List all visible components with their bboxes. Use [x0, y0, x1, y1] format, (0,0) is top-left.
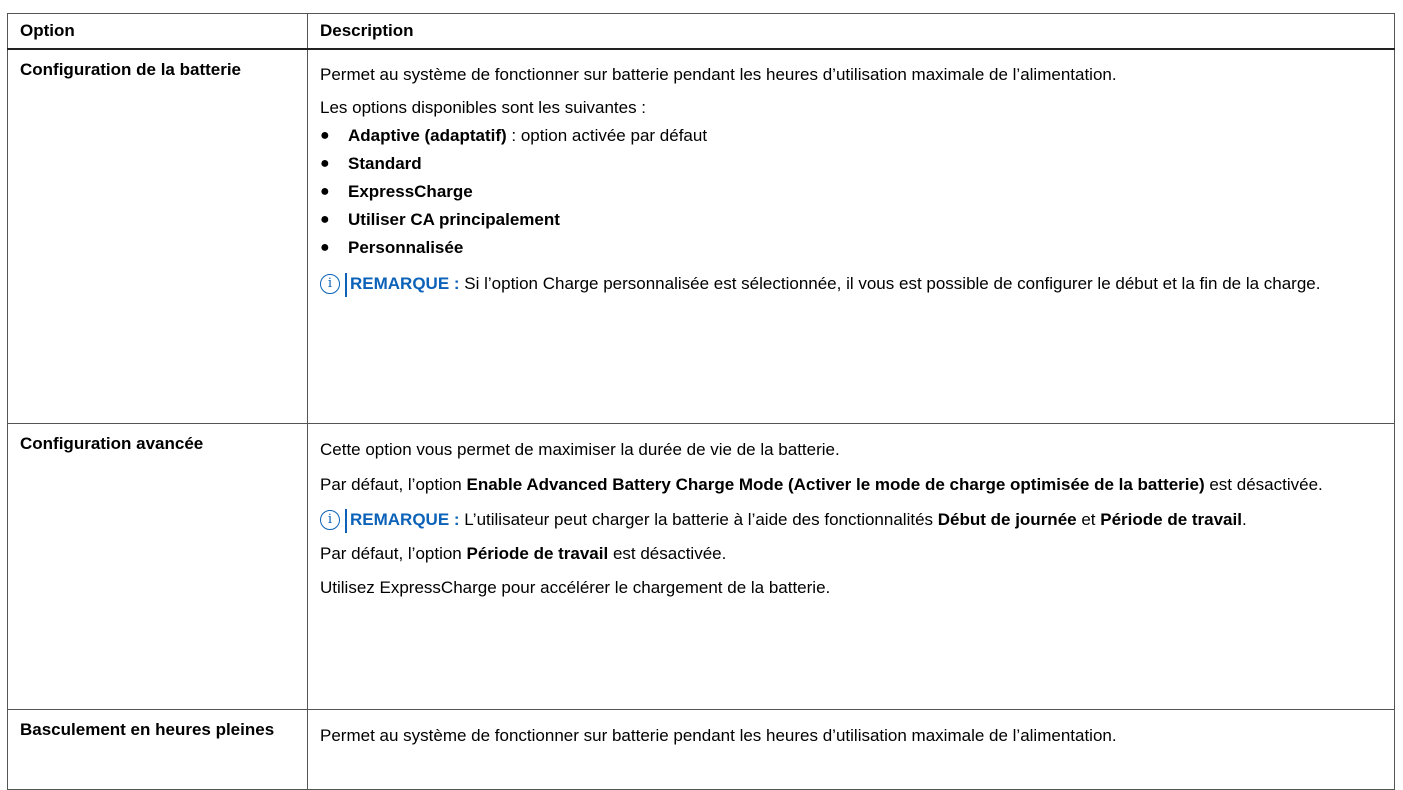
description-paragraph: Les options disponibles sont les suivant…: [320, 98, 647, 117]
table-row: Configuration avancée Cette option vous …: [7, 422, 1395, 710]
option-description: Permet au système de fonctionner sur bat…: [307, 48, 1395, 424]
feature-reference: Période de travail: [466, 543, 609, 563]
description-paragraph: Par défaut, l’option Enable Advanced Bat…: [320, 471, 1386, 498]
list-item-label: Adaptive (adaptatif): [348, 126, 507, 145]
text-run: Par défaut, l’option: [320, 474, 467, 494]
feature-reference: Début de journée: [937, 509, 1077, 529]
note-text: REMARQUE : L’utilisateur peut charger la…: [350, 506, 1247, 533]
options-table: Option Description Configuration de la b…: [7, 13, 1395, 790]
option-name: Configuration de la batterie: [7, 48, 308, 424]
list-item-label: Utiliser CA principalement: [348, 210, 560, 229]
bullet-icon: ●: [320, 183, 330, 200]
list-item-label: Personnalisée: [348, 238, 464, 257]
table-row: Basculement en heures pleines Permet au …: [7, 708, 1395, 790]
feature-reference: Période de travail: [1100, 509, 1242, 529]
description-paragraph: Permet au système de fonctionner sur bat…: [320, 65, 1117, 84]
header-description: Description: [307, 13, 1395, 50]
option-description: Cette option vous permet de maximiser la…: [307, 422, 1395, 710]
list-item: ● Personnalisée: [320, 238, 1386, 258]
note-label: REMARQUE :: [350, 274, 460, 293]
description-paragraph: Cette option vous permet de maximiser la…: [320, 439, 840, 459]
option-name: Basculement en heures pleines: [7, 708, 308, 790]
option-description: Permet au système de fonctionner sur bat…: [307, 708, 1395, 790]
description-paragraph: Par défaut, l’option Période de travail …: [320, 544, 1386, 564]
description-paragraph: Utilisez ExpressCharge pour accélérer le…: [320, 577, 831, 597]
option-name: Configuration avancée: [7, 422, 308, 710]
info-circle-icon: i: [320, 509, 340, 530]
text-run: est désactivée.: [608, 543, 727, 563]
description-paragraph: Permet au système de fonctionner sur bat…: [320, 725, 1117, 745]
note-body: Si l’option Charge personnalisée est sél…: [459, 274, 1321, 293]
note-divider: [345, 508, 347, 533]
list-item: ● Standard: [320, 154, 1386, 174]
list-item-label: Standard: [348, 154, 422, 173]
note-body: et: [1076, 509, 1101, 529]
options-list: ● Adaptive (adaptatif) : option activée p…: [320, 126, 1386, 258]
list-item-label: ExpressCharge: [348, 182, 473, 201]
list-item: ● Utiliser CA principalement: [320, 210, 1386, 230]
note-text: REMARQUE : Si l’option Charge personnali…: [350, 270, 1320, 297]
bullet-icon: ●: [320, 127, 330, 144]
table-header-row: Option Description: [7, 13, 1395, 50]
list-item: ● ExpressCharge: [320, 182, 1386, 202]
bullet-icon: ●: [320, 239, 330, 256]
bullet-icon: ●: [320, 211, 330, 228]
header-option: Option: [7, 13, 308, 50]
bullet-icon: ●: [320, 155, 330, 172]
list-item: ● Adaptive (adaptatif) : option activée p…: [320, 126, 1386, 146]
info-circle-icon: i: [320, 274, 340, 294]
note-box: i REMARQUE : L’utilisateur peut charger …: [320, 506, 1386, 533]
note-divider: [345, 273, 347, 297]
note-body: .: [1241, 509, 1247, 529]
text-run: est désactivée.: [1204, 474, 1323, 494]
table-row: Configuration de la batterie Permet au s…: [7, 48, 1395, 424]
text-run: Par défaut, l’option: [320, 543, 467, 563]
list-item-detail: : option activée par défaut: [506, 126, 708, 145]
option-reference: Enable Advanced Battery Charge Mode (Act…: [466, 474, 1205, 494]
note-label: REMARQUE :: [350, 509, 460, 529]
note-box: i REMARQUE : Si l’option Charge personna…: [320, 273, 1386, 297]
note-body: L’utilisateur peut charger la batterie à…: [459, 509, 938, 529]
